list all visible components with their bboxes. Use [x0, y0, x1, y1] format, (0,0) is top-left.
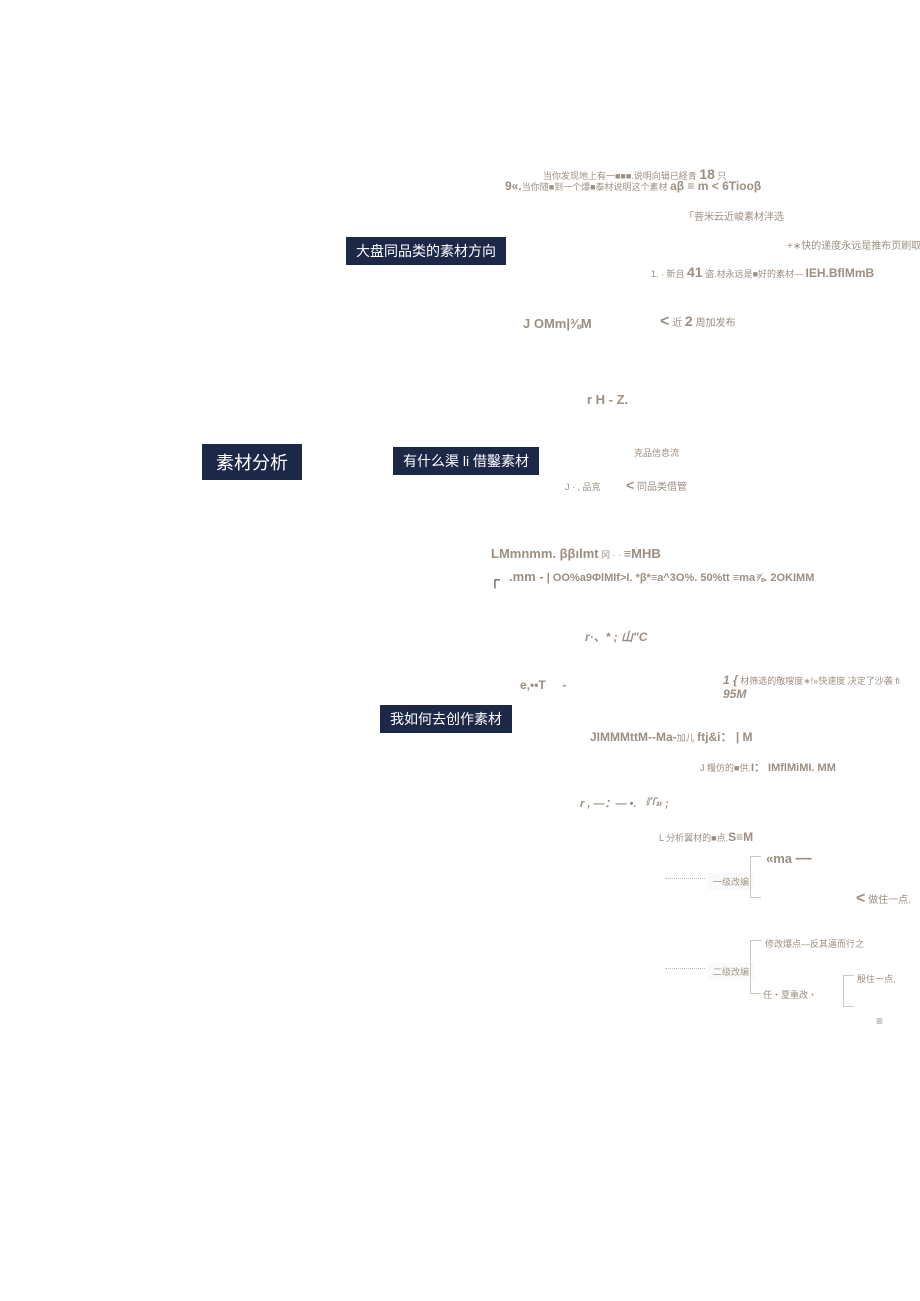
edit-mod: 修改爆点—反其邁而行之 — [765, 937, 864, 950]
corner-icon: ┌ — [490, 571, 500, 587]
mid-ch2b: 同品类借管 — [637, 482, 687, 493]
mid-l5a: 1 { — [723, 673, 738, 687]
top-line2b: 当你随■到一个爆■泰材说明这个素材 — [522, 182, 670, 192]
edit-lvl2: 二级改编 — [708, 963, 754, 980]
mid-l3: r·、* ; 山"C — [585, 628, 647, 645]
mid-l1b: 冈 · · — [599, 550, 624, 560]
lt-icon-2: < — [626, 477, 634, 493]
how-h1: JIMMMttM--Ma-加儿 ftj&i： | M — [590, 728, 753, 745]
top-filter2a: 近 — [672, 318, 685, 329]
top-line2c: aβ ≡ m < 6Tiooβ — [670, 179, 761, 193]
top-filter1: J OMm|⅜M — [523, 316, 592, 331]
mid-l5: 1 { 材筛选的敬嗖度∗!»快速度 决定了沙袭 fi 95M — [723, 673, 900, 701]
mid-l5b: 材筛选的敬嗖度∗!»快速度 决定了沙袭 fi — [738, 676, 900, 686]
how-h2: J 糧仿的■供.I： IMflMiMI. MM — [700, 759, 836, 775]
mid-l1a: LMmnmm. ββılmt — [491, 546, 599, 561]
mid-ch1: 克品信息流 — [634, 446, 679, 459]
how-h1b: 加儿 — [677, 733, 698, 743]
node-how: 我如何去创作素材 — [380, 705, 512, 733]
edit-bottom: ≡ — [876, 1014, 883, 1028]
top-sub3d: IEH.BflMmB — [806, 266, 875, 280]
edit-keep1: < 做住一点. — [856, 890, 911, 908]
top-sub3: 1. · 新且 41 盗.材永远是■好的素材— IEH.BflMmB — [651, 264, 874, 280]
mid-l2a: .mm - — [509, 569, 544, 584]
edit-keep1-text: 做住一点. — [868, 895, 911, 906]
mid-l2b: | OO%a9ΦlMIf>I. *β*≡a^3O%. 50%tt ≡ma⅞. 2… — [544, 572, 815, 584]
edit-dash: — — [796, 850, 812, 867]
top-filter2c: 周加发布 — [693, 318, 736, 329]
mid-l1c: ≡MHB — [624, 546, 661, 561]
node-channels: 有什么渠 li 借鑿素材 — [393, 447, 539, 475]
top-sub2: +∗快的递度永远是推布页刷取 — [787, 237, 920, 252]
connector-dotted-1 — [665, 878, 705, 879]
how-h1a: JIMMMttM--Ma- — [590, 730, 677, 744]
top-filter2b: 2 — [685, 313, 693, 329]
mid-l4b: - — [562, 678, 566, 692]
root-node: 素材分析 — [202, 444, 302, 480]
top-line2a: 9«. — [505, 179, 522, 193]
top-filter2: < 近 2 周加发布 — [660, 313, 735, 331]
how-h4b: S≡M — [728, 830, 753, 844]
lt-icon-3: < — [856, 890, 865, 907]
mid-l5c: 95M — [723, 687, 746, 701]
edit-keep2: 殷住一点, — [857, 972, 896, 985]
how-h2b: I： IMflMiMI. MM — [751, 762, 836, 774]
edit-ren: 任・夏重改・ — [763, 988, 817, 1001]
lt-icon: < — [660, 313, 669, 330]
edit-ma: «ma — — [766, 850, 812, 868]
edit-ma-text: «ma — [766, 851, 792, 866]
mid-l4a: e,••T — [520, 678, 546, 692]
how-h2a: J 糧仿的■供. — [700, 763, 751, 773]
mid-l2: .mm - | OO%a9ΦlMIf>I. *β*≡a^3O%. 50%tt ≡… — [509, 570, 814, 584]
top-hz: r H - Z. — [587, 392, 628, 407]
node-direction: 大盘同品类的素材方向 — [346, 237, 506, 265]
top-sub3a: 1. · 新且 — [651, 269, 687, 279]
how-h1c: ftj&i： | M — [697, 730, 752, 744]
edit-lvl1: 一级改编 — [708, 873, 754, 890]
how-h3: r , —：— •. 『「» ; — [580, 795, 669, 811]
top-sub1: 「菩米云近峻素材泮选 — [684, 208, 784, 223]
connector-dotted-2 — [665, 968, 705, 969]
how-h4: L 分析翼材的■点.S≡M — [659, 830, 753, 844]
mid-ch2a: J · , 品克 — [565, 480, 601, 493]
top-sub3c: 盗.材永远是■好的素材— — [703, 269, 806, 279]
mid-l1: LMmnmm. ββılmt 冈 · · ≡MHB — [491, 546, 661, 561]
mid-ch2b-wrap: < 同品类借管 — [626, 477, 687, 493]
bracket-lvl1 — [750, 856, 761, 898]
top-line2: 9«.当你随■到一个爆■泰材说明这个素材 aβ ≡ m < 6Tiooβ — [505, 179, 761, 193]
how-h4a: L 分析翼材的■点. — [659, 833, 728, 843]
mid-l4: e,••T - — [520, 678, 566, 692]
bracket-lvl2 — [750, 940, 761, 994]
top-sub3b: 41 — [687, 264, 703, 280]
bracket-keep2 — [843, 975, 854, 1007]
